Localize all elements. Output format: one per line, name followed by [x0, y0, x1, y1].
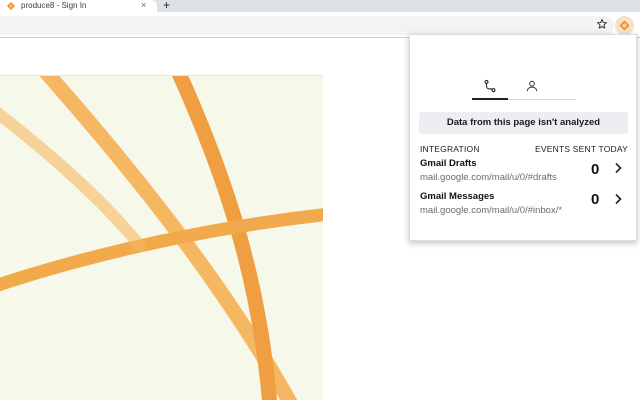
- integration-row-gmail-messages[interactable]: Gmail Messages mail.google.com/mail/u/0/…: [420, 191, 630, 221]
- popup-tab-bar: [472, 73, 576, 100]
- integration-url: mail.google.com/mail/u/0/#inbox/*: [420, 205, 563, 216]
- new-tab-button[interactable]: +: [163, 0, 170, 11]
- bookmark-star-icon[interactable]: [596, 18, 608, 30]
- address-bar[interactable]: [0, 16, 614, 35]
- user-icon: [526, 80, 538, 92]
- integration-row-gmail-drafts[interactable]: Gmail Drafts mail.google.com/mail/u/0/#d…: [420, 158, 630, 188]
- produce8-extension-button[interactable]: [615, 16, 634, 35]
- column-integration: INTEGRATION: [420, 144, 480, 154]
- browser-window: produce8 - Sign In × + Data from this pa…: [0, 0, 640, 400]
- tab-account[interactable]: [514, 73, 550, 99]
- integration-name: Gmail Messages: [420, 191, 495, 202]
- browser-tab[interactable]: produce8 - Sign In ×: [0, 0, 157, 12]
- decorative-artwork: [0, 76, 323, 400]
- tab-title: produce8 - Sign In: [21, 1, 87, 10]
- orange-strokes-illustration: [0, 76, 323, 400]
- chevron-right-icon[interactable]: [613, 193, 623, 205]
- chevron-right-icon[interactable]: [613, 162, 623, 174]
- tab-close-icon[interactable]: ×: [141, 0, 146, 11]
- integration-url: mail.google.com/mail/u/0/#drafts: [420, 172, 557, 183]
- analysis-notice: Data from this page isn't analyzed: [419, 112, 628, 134]
- produce8-logo-icon: [619, 20, 630, 31]
- column-events-sent: EVENTS SENT TODAY: [535, 144, 628, 154]
- integration-name: Gmail Drafts: [420, 158, 477, 169]
- tab-strip: produce8 - Sign In × +: [0, 0, 640, 12]
- produce8-favicon-icon: [7, 2, 15, 10]
- events-count: 0: [591, 161, 600, 178]
- events-count: 0: [591, 191, 600, 208]
- extension-popup: Data from this page isn't analyzed INTEG…: [409, 34, 637, 241]
- flow-icon: [484, 79, 496, 92]
- tab-integrations[interactable]: [472, 73, 508, 100]
